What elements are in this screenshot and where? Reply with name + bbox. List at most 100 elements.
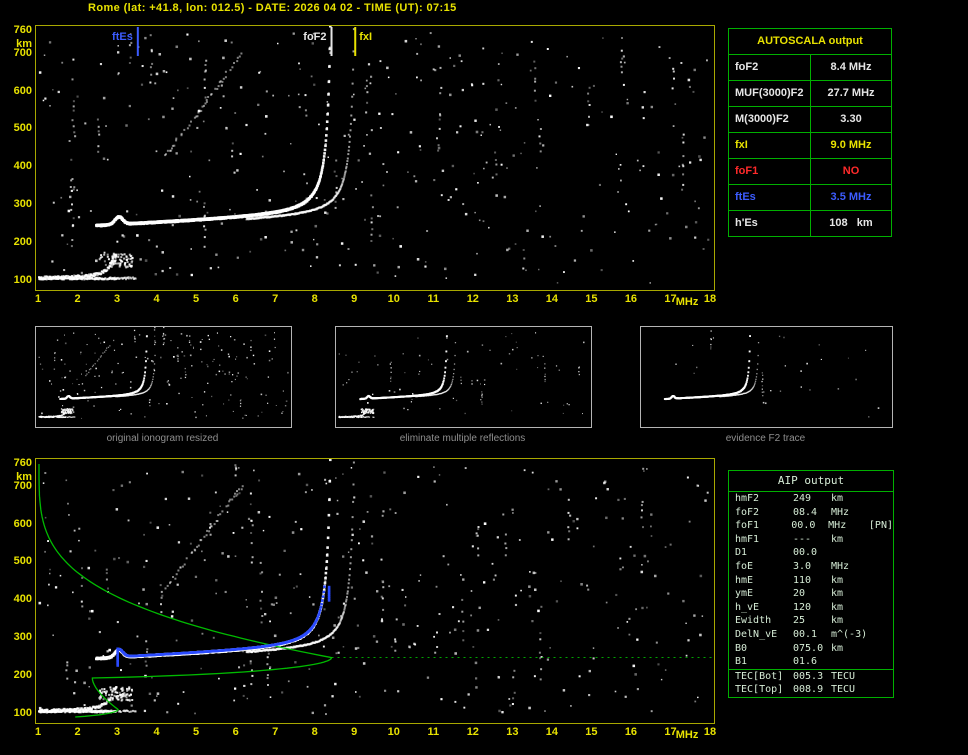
- x-axis-unit: MHz: [675, 729, 699, 741]
- fit-dot: [327, 585, 331, 589]
- aip-unit: MHz: [828, 520, 847, 532]
- aip-value: ---: [793, 533, 812, 545]
- aip-value: 3.0: [793, 560, 812, 572]
- aip-unit: MHz: [831, 506, 850, 518]
- aip-extra: [873, 574, 893, 588]
- thumbnail-canvas: [38, 327, 289, 419]
- aip-value: 00.0: [793, 547, 818, 559]
- aip-unit: [831, 546, 873, 560]
- aip-row-h_vE: h_vE 120 km: [729, 601, 893, 615]
- x-axis-tick: 5: [193, 726, 200, 738]
- fit-dot: [323, 585, 326, 588]
- x-axis-tick: 15: [585, 293, 598, 305]
- aip-row-B1: B1 01.6: [729, 655, 893, 669]
- aip-row-B0: B0 075.0 km: [729, 642, 893, 656]
- x-axis-tick: 17: [664, 726, 677, 738]
- autoscala-row-ftEs: ftEs 3.5 MHz: [729, 185, 891, 211]
- aip-extra: [873, 655, 893, 669]
- y-axis-unit: km: [16, 38, 32, 50]
- aip-extra: [PN]: [868, 520, 893, 532]
- autoscala-row-MUF(3000)F2: MUF(3000)F2 27.7 MHz: [729, 81, 891, 107]
- aip-extra: [873, 683, 893, 697]
- param-value: 27.7 MHz: [827, 87, 875, 99]
- y-axis-tick: 600: [13, 517, 32, 530]
- ionogram-canvas: ftEs foF2 fxI: [38, 26, 710, 284]
- x-axis-tick: 4: [153, 293, 160, 305]
- aip-label: D1: [735, 547, 748, 559]
- aip-extra: [873, 601, 893, 615]
- aip-label: TEC[Bot]: [735, 670, 784, 682]
- param-value: 3.30: [840, 113, 862, 125]
- aip-row-foF2: foF2 08.4 MHz: [729, 506, 893, 520]
- x-axis-tick: 14: [545, 293, 558, 305]
- aip-row-hmF2: hmF2 249 km: [729, 492, 893, 506]
- x-axis-tick: 9: [351, 726, 358, 738]
- aip-label: hmF2: [735, 493, 760, 504]
- x-axis-tick: 6: [232, 726, 239, 738]
- aip-label: Ewidth: [735, 615, 772, 627]
- aip-unit: km: [831, 588, 844, 600]
- aip-extra: [873, 492, 893, 506]
- aip-unit: km: [831, 533, 844, 545]
- x-axis-tick: 10: [387, 293, 400, 305]
- aip-label: TEC[Top]: [735, 684, 784, 696]
- autoscala-row-foF1: foF1 NO: [729, 159, 891, 185]
- y-axis-unit: km: [16, 471, 32, 483]
- aip-extra: [873, 506, 893, 520]
- x-axis-tick: 13: [506, 293, 519, 305]
- aip-value: 08.4: [793, 506, 818, 518]
- thumbnail-panel-0: [35, 326, 292, 428]
- y-axis-tick: 300: [13, 631, 32, 644]
- x-axis-tick: 3: [113, 726, 121, 738]
- aip-label: h_vE: [735, 601, 760, 613]
- aip-value: 008.9: [793, 684, 824, 696]
- param-label: foF1: [729, 159, 811, 184]
- aip-extra: [873, 533, 893, 547]
- param-label: foF2: [729, 55, 811, 80]
- thumbnail-canvas: [338, 332, 585, 419]
- aip-label: hmE: [735, 574, 754, 586]
- param-label: h'Es: [729, 211, 811, 236]
- aip-value: 110: [793, 574, 812, 586]
- autoscala-row-fxI: fxI 9.0 MHz: [729, 133, 891, 159]
- x-axis-tick: 11: [427, 293, 440, 305]
- aip-extra: [873, 628, 893, 642]
- x-axis-tick: 1: [34, 726, 42, 738]
- fit-dot: [318, 608, 322, 612]
- aip-value: 20: [793, 588, 806, 600]
- y-axis-tick: 600: [13, 84, 32, 97]
- autoscala-table-title: AUTOSCALA output: [729, 29, 891, 55]
- y-axis-tick: 500: [13, 555, 32, 568]
- aip-label: DelN_vE: [735, 628, 778, 640]
- marker-label-ftEs: ftEs: [112, 31, 133, 43]
- x-axis-tick: 1: [34, 293, 42, 305]
- x-axis-tick: 15: [585, 726, 598, 738]
- aip-extra: [873, 670, 893, 684]
- fit-dot: [320, 602, 323, 606]
- marker-label-fxI: fxI: [359, 31, 372, 43]
- y-axis-tick: 400: [13, 593, 32, 606]
- aip-label: foF2: [735, 506, 760, 518]
- x-axis-tick: 12: [466, 293, 479, 305]
- aip-extra: [873, 614, 893, 628]
- aip-row-foF1: foF1 00.0 MHz [PN]: [729, 519, 893, 533]
- aip-unit: km: [831, 642, 844, 654]
- marker-label-foF2: foF2: [303, 31, 326, 43]
- thumbnail-panel-1: [335, 326, 592, 428]
- x-axis-tick: 7: [272, 293, 279, 305]
- x-axis-tick: 4: [153, 726, 160, 738]
- aip-extra: [873, 546, 893, 560]
- aip-table-title: AIP output: [729, 471, 893, 492]
- x-axis-tick: 13: [506, 726, 519, 738]
- thumbnail-canvas: [663, 330, 880, 418]
- x-axis-tick: 8: [311, 293, 318, 305]
- x-axis-tick: 18: [703, 726, 717, 738]
- y-axis-tick: 300: [13, 198, 32, 211]
- x-axis-tick: 16: [624, 726, 638, 738]
- x-axis-tick: 6: [232, 293, 239, 305]
- aip-unit: MHz: [831, 560, 850, 572]
- aip-value: 00.0: [791, 520, 816, 532]
- aip-unit: km: [831, 615, 844, 627]
- thumbnail-caption: evidence F2 trace: [725, 433, 806, 444]
- aip-label: hmF1: [735, 533, 760, 545]
